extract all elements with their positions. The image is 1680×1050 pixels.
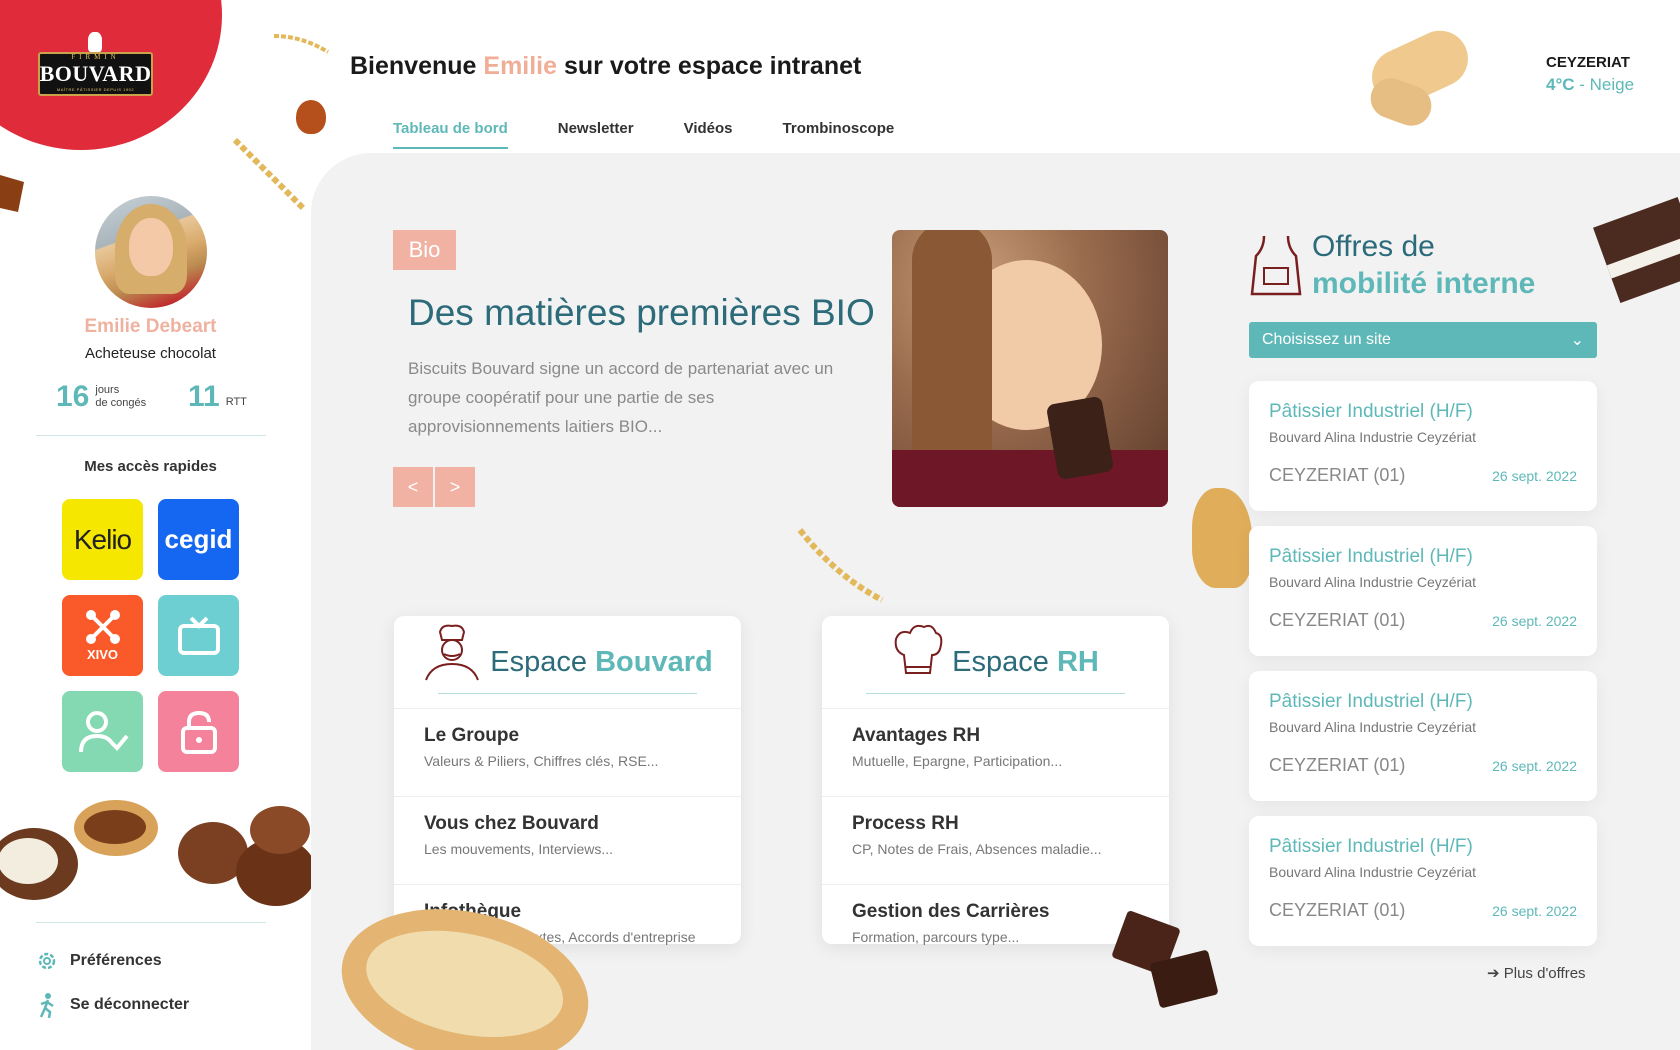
chef-hat-icon: [894, 624, 943, 674]
cookie-deco: [250, 806, 310, 854]
user-check-icon: [78, 710, 129, 752]
chocolate-biscuit: [1045, 395, 1115, 481]
unlock-icon: [180, 710, 217, 754]
welcome-post: sur votre espace intranet: [564, 52, 862, 80]
brand-logo[interactable]: FIRMIN BOUVARD MAÎTRE PÂTISSIER DEPUIS 1…: [38, 52, 153, 96]
leave-days-label-2: de congés: [95, 397, 147, 409]
gear-icon: [36, 950, 58, 972]
tv-icon: [177, 616, 220, 655]
weather-widget: CEYZERIAT 4°C - Neige: [1546, 54, 1634, 95]
more-jobs-label: Plus d'offres: [1503, 965, 1586, 982]
list-item[interactable]: Le Groupe Valeurs & Piliers, Chiffres cl…: [394, 708, 741, 796]
espace-rh-card: Espace RH Avantages RH Mutuelle, Epargne…: [822, 616, 1169, 945]
list-item[interactable]: Avantages RH Mutuelle, Epargne, Particip…: [822, 708, 1169, 796]
news-text: Biscuits Bouvard signe un accord de part…: [408, 359, 834, 436]
leave-days-label-1: jours: [95, 384, 120, 396]
espace-bouvard-title-bold: Bouvard: [595, 645, 713, 678]
welcome-user: Emilie: [483, 52, 558, 80]
site-select-value: Choisissez un site: [1262, 331, 1391, 348]
weather-temp: 4°C - Neige: [1546, 75, 1635, 94]
wheat-deco: [232, 137, 308, 213]
list-item[interactable]: Vous chez Bouvard Les mouvements, Interv…: [394, 796, 741, 884]
brand-top: FIRMIN: [71, 53, 120, 61]
list-item[interactable]: Process RH CP, Notes de Frais, Absences …: [822, 796, 1169, 884]
hazelnut-deco: [296, 100, 326, 134]
news-nav: < >: [393, 467, 477, 507]
xivo-tile[interactable]: XIVO: [62, 595, 143, 676]
leave-days-stat: 16 jours de congés: [56, 380, 146, 414]
arrow-right-icon: ➔: [1487, 965, 1500, 982]
cegid-label: cegid: [164, 524, 233, 554]
tab-trombinoscope[interactable]: Trombinoscope: [783, 120, 895, 149]
preferences-link[interactable]: Préférences: [36, 950, 162, 972]
sidebar-divider: [36, 435, 266, 436]
cookie-deco: [74, 800, 158, 856]
caramel-deco: [0, 175, 24, 212]
espace-bouvard-header: Espace Bouvard: [394, 616, 741, 708]
espace-rh-title: Espace: [952, 645, 1049, 678]
wheat-deco: [273, 34, 330, 54]
rtt-value: 11: [188, 380, 220, 413]
espace-bouvard-card: Espace Bouvard Le Groupe Valeurs & Pilie…: [394, 616, 741, 945]
sidebar-divider: [36, 922, 266, 923]
quick-access-title: Mes accès rapides: [84, 458, 217, 475]
chef-logo-icon: [88, 32, 102, 52]
espace-rh-title-bold: RH: [1056, 645, 1099, 678]
main-tabs: Tableau de bord Newsletter Vidéos Trombi…: [393, 120, 944, 149]
logout-link[interactable]: Se déconnecter: [36, 993, 190, 1018]
next-button[interactable]: >: [435, 467, 475, 507]
sidebar: FIRMIN BOUVARD MAÎTRE PÂTISSIER DEPUIS 1…: [0, 0, 311, 1050]
welcome-heading: Bienvenue Emilie sur votre espace intran…: [350, 52, 861, 81]
user-role: Acheteuse chocolat: [85, 345, 216, 362]
kelio-tile[interactable]: Kelio: [62, 499, 143, 580]
news-badge: Bio: [393, 230, 456, 270]
logout-label: Se déconnecter: [70, 996, 190, 1013]
jobs-title: Offres de mobilité interne: [1312, 228, 1535, 302]
job-card[interactable]: Pâtissier Industriel (H/F) Bouvard Alina…: [1249, 526, 1597, 656]
brand-name: BOUVARD: [39, 60, 152, 86]
child-shirt: [892, 450, 1168, 507]
cegid-tile[interactable]: cegid: [158, 499, 239, 580]
welcome-pre: Bienvenue: [350, 52, 477, 80]
tab-newsletter[interactable]: Newsletter: [558, 120, 634, 149]
news-title[interactable]: Des matières premières BIO: [408, 292, 875, 334]
tab-dashboard[interactable]: Tableau de bord: [393, 120, 508, 149]
apron-icon: [1250, 235, 1302, 296]
avatar[interactable]: [95, 196, 207, 308]
exit-icon: [36, 993, 58, 1018]
prev-button[interactable]: <: [393, 467, 433, 507]
preferences-label: Préférences: [70, 952, 162, 969]
job-card[interactable]: Pâtissier Industriel (H/F) Bouvard Alina…: [1249, 381, 1597, 511]
leave-days-value: 16: [56, 380, 90, 413]
rtt-stat: 11 RTT: [188, 380, 247, 414]
xivo-icon: [85, 610, 120, 644]
biscuit-deco: [1192, 488, 1252, 588]
user-name: Emilie Debeart: [84, 316, 217, 337]
weather-city: CEYZERIAT: [1546, 54, 1630, 71]
more-jobs-link[interactable]: ➔ Plus d'offres: [1487, 964, 1586, 982]
brand-tagline: MAÎTRE PÂTISSIER DEPUIS 1902: [56, 86, 135, 92]
kelio-label: Kelio: [73, 523, 132, 555]
xivo-label: XIVO: [86, 647, 119, 662]
cookie-deco: [0, 828, 78, 900]
espace-bouvard-title: Espace: [490, 645, 588, 678]
baker-icon: [425, 624, 480, 681]
chevron-down-icon: ⌄: [1570, 332, 1584, 349]
tv-tile[interactable]: [158, 595, 239, 676]
job-card[interactable]: Pâtissier Industriel (H/F) Bouvard Alina…: [1249, 816, 1597, 946]
site-select[interactable]: Choisissez un site ⌄: [1249, 322, 1597, 358]
jobs-title-1: Offres de: [1312, 230, 1435, 263]
job-card[interactable]: Pâtissier Industriel (H/F) Bouvard Alina…: [1249, 671, 1597, 801]
unlock-tile[interactable]: [158, 691, 239, 772]
espace-rh-header: Espace RH: [822, 616, 1169, 708]
user-check-tile[interactable]: [62, 691, 143, 772]
news-image[interactable]: [892, 230, 1168, 507]
tab-videos[interactable]: Vidéos: [684, 120, 733, 149]
jobs-title-2: mobilité interne: [1312, 267, 1536, 300]
wheat-deco: [797, 528, 884, 603]
rtt-label: RTT: [225, 395, 247, 408]
